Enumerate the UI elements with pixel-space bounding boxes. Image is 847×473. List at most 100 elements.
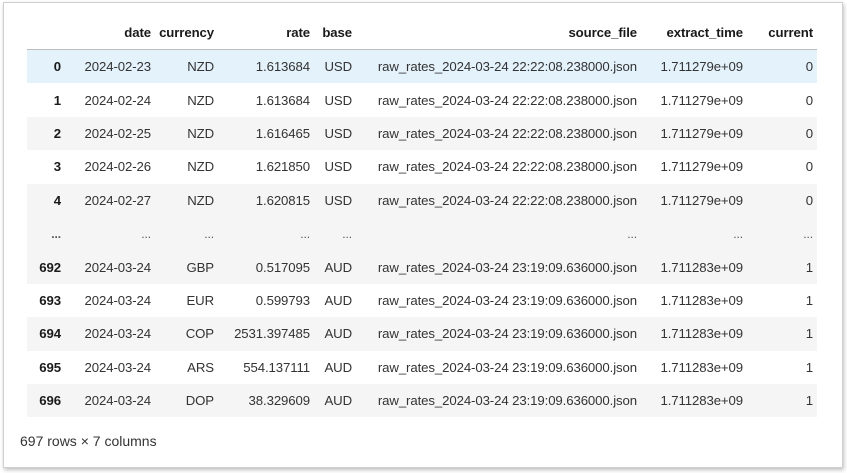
- cell-date: 2024-03-24: [84, 326, 152, 342]
- cell-extract-time: 1.711283e+09: [660, 259, 743, 275]
- cell-extract-time: 1.711283e+09: [660, 292, 743, 308]
- cell-currency: COP: [185, 326, 214, 342]
- cell-extract-time: 1.711279e+09: [660, 59, 743, 75]
- cell-current: 1: [805, 393, 813, 409]
- cell-current: 1: [805, 359, 813, 375]
- cell-rate: 1.620815: [255, 192, 310, 208]
- cell-source-file: raw_rates_2024-03-24 22:22:08.238000.jso…: [377, 92, 637, 108]
- cell-date: 2024-03-24: [84, 359, 152, 375]
- row-index: 2: [53, 125, 61, 141]
- cell-rate: 1.621850: [255, 159, 310, 175]
- ellipsis-row: ........................: [27, 216, 817, 251]
- cell-base: AUD: [324, 292, 352, 308]
- row-index: 694: [39, 326, 61, 342]
- cell-rate: 38.329609: [248, 393, 311, 409]
- table-row: 696 2024-03-24 DOP 38.329609 AUD raw_rates_20…: [27, 383, 817, 418]
- table-row: 0 2024-02-23 NZD 1.613684 USD raw_rates_2024-…: [27, 49, 817, 84]
- cell-rate: 1.616465: [255, 125, 310, 141]
- cell-date: 2024-03-24: [84, 292, 152, 308]
- cell-date: 2024-02-27: [84, 192, 152, 208]
- cell-extract-time: ...: [733, 226, 743, 241]
- column-header-current: current: [747, 15, 817, 50]
- column-header-date: date: [65, 15, 155, 50]
- cell-rate: 0.599793: [255, 292, 310, 308]
- row-index: 696: [39, 393, 61, 409]
- cell-current: 1: [805, 292, 813, 308]
- table-row: 1 2024-02-24 NZD 1.613684 USD raw_rates_2024-…: [27, 83, 817, 116]
- table-row: 695 2024-03-24 ARS 554.137111 AUD raw_rates_2…: [27, 351, 817, 384]
- column-header-index: [27, 15, 65, 50]
- cell-date: ...: [141, 226, 151, 241]
- cell-source-file: raw_rates_2024-03-24 22:22:08.238000.jso…: [377, 125, 637, 141]
- cell-base: AUD: [324, 359, 352, 375]
- cell-current: 1: [805, 259, 813, 275]
- column-header-currency: currency: [155, 15, 218, 50]
- cell-rate: 554.137111: [243, 359, 310, 375]
- cell-source-file: raw_rates_2024-03-24 23:19:09.636000.jso…: [377, 326, 637, 342]
- dataframe-output: date currency rate base source_file extr…: [3, 2, 843, 468]
- cell-extract-time: 1.711283e+09: [660, 359, 743, 375]
- row-index: 693: [39, 292, 61, 308]
- table-row: 693 2024-03-24 EUR 0.599793 AUD raw_rates_202…: [27, 284, 817, 317]
- cell-currency: ARS: [187, 359, 214, 375]
- cell-base: AUD: [324, 259, 352, 275]
- cell-base: AUD: [324, 393, 352, 409]
- cell-current: 0: [805, 192, 813, 208]
- cell-current: 0: [805, 92, 813, 108]
- cell-currency: NZD: [187, 159, 214, 175]
- row-index: 3: [53, 159, 61, 175]
- cell-extract-time: 1.711279e+09: [660, 192, 743, 208]
- table-body: 0 2024-02-23 NZD 1.613684 USD raw_rates_2024-…: [27, 49, 817, 418]
- cell-source-file: raw_rates_2024-03-24 22:22:08.238000.jso…: [377, 59, 637, 75]
- cell-base: USD: [324, 125, 352, 141]
- cell-rate: 0.517095: [255, 259, 310, 275]
- column-header-rate: rate: [218, 15, 314, 50]
- cell-source-file: ...: [627, 226, 637, 241]
- table-row: 3 2024-02-26 NZD 1.621850 USD raw_rates_2024-…: [27, 150, 817, 183]
- cell-currency: NZD: [187, 125, 214, 141]
- cell-currency: NZD: [187, 59, 214, 75]
- cell-source-file: raw_rates_2024-03-24 22:22:08.238000.jso…: [377, 192, 637, 208]
- cell-extract-time: 1.711279e+09: [660, 92, 743, 108]
- cell-extract-time: 1.711283e+09: [660, 393, 743, 409]
- cell-base: USD: [324, 92, 352, 108]
- dataframe-table: date currency rate base source_file extr…: [27, 15, 817, 418]
- row-index: 4: [53, 192, 61, 208]
- row-index: 1: [53, 92, 61, 108]
- table-row: 4 2024-02-27 NZD 1.620815 USD raw_rates_2024-…: [27, 183, 817, 217]
- dataframe-shape-label: 697 rows × 7 columns: [20, 433, 157, 449]
- cell-extract-time: 1.711279e+09: [660, 159, 743, 175]
- cell-source-file: raw_rates_2024-03-24 23:19:09.636000.jso…: [377, 393, 637, 409]
- cell-source-file: raw_rates_2024-03-24 22:22:08.238000.jso…: [377, 159, 637, 175]
- cell-date: 2024-02-24: [84, 92, 152, 108]
- cell-rate: ...: [300, 226, 310, 241]
- cell-extract-time: 1.711283e+09: [660, 326, 743, 342]
- cell-currency: NZD: [187, 192, 214, 208]
- table-header: date currency rate base source_file extr…: [27, 15, 817, 50]
- row-index: 0: [53, 59, 61, 75]
- cell-rate: 1.613684: [255, 59, 310, 75]
- cell-rate: 1.613684: [255, 92, 310, 108]
- cell-source-file: raw_rates_2024-03-24 23:19:09.636000.jso…: [377, 292, 637, 308]
- cell-currency: GBP: [186, 259, 214, 275]
- cell-date: 2024-02-26: [84, 159, 152, 175]
- cell-currency: EUR: [186, 292, 214, 308]
- cell-date: 2024-02-23: [84, 59, 152, 75]
- cell-date: 2024-03-24: [84, 393, 152, 409]
- cell-base: ...: [342, 226, 352, 241]
- table-row: 2 2024-02-25 NZD 1.616465 USD raw_rates_2024-…: [27, 116, 817, 151]
- cell-date: 2024-03-24: [84, 259, 152, 275]
- header-row: date currency rate base source_file extr…: [27, 15, 817, 50]
- cell-source-file: raw_rates_2024-03-24 23:19:09.636000.jso…: [377, 359, 637, 375]
- cell-current: 0: [805, 59, 813, 75]
- cell-base: AUD: [324, 326, 352, 342]
- cell-date: 2024-02-25: [84, 125, 152, 141]
- table-row: 694 2024-03-24 COP 2531.397485 AUD raw_rates_…: [27, 317, 817, 351]
- column-header-extract-time: extract_time: [641, 15, 747, 50]
- cell-extract-time: 1.711279e+09: [660, 125, 743, 141]
- cell-currency: NZD: [187, 92, 214, 108]
- cell-rate: 2531.397485: [234, 326, 310, 342]
- cell-base: USD: [324, 159, 352, 175]
- column-header-base: base: [314, 15, 356, 50]
- cell-current: 0: [805, 159, 813, 175]
